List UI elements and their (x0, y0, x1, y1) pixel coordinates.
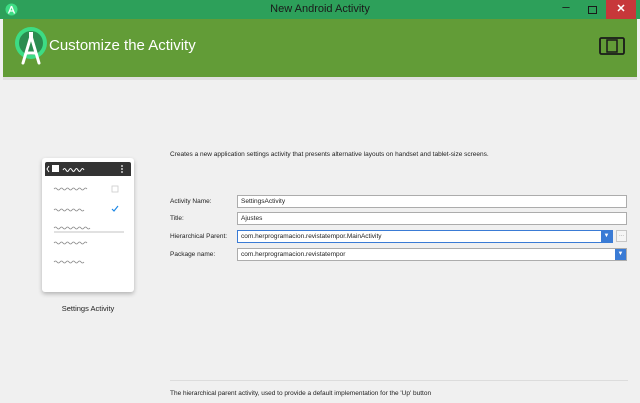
help-text: The hierarchical parent activity, used t… (170, 390, 432, 397)
hierarchical-parent-field[interactable]: com.herprogramacion.revistatempor.MainAc… (237, 230, 613, 243)
package-name-label: Package name: (170, 251, 216, 258)
minimize-button[interactable]: – (554, 0, 578, 19)
browse-parent-button[interactable]: ... (616, 230, 627, 242)
package-name-field[interactable]: com.herprogramacion.revistatempor ▼ (237, 248, 627, 261)
activity-name-label: Activity Name: (170, 198, 212, 205)
new-activity-window: New Android Activity – ✕ Customize the A… (0, 0, 640, 403)
hierarchical-parent-label: Hierarchical Parent: (170, 233, 228, 240)
activity-preview (42, 158, 134, 292)
page-title: Customize the Activity (49, 37, 196, 54)
maximize-button[interactable] (580, 0, 604, 19)
chevron-down-icon[interactable]: ▼ (601, 231, 612, 242)
chevron-down-icon[interactable]: ▼ (615, 249, 626, 260)
preview-wireframe (46, 165, 124, 264)
title-label: Title: (170, 215, 184, 222)
title-field[interactable]: Ajustes (237, 212, 627, 225)
close-button[interactable]: ✕ (606, 0, 636, 19)
preview-label: Settings Activity (61, 304, 115, 313)
wizard-header: Customize the Activity (3, 19, 637, 77)
android-studio-icon (15, 27, 47, 65)
window-title: New Android Activity (270, 3, 370, 15)
title-bar: New Android Activity – ✕ (0, 0, 640, 19)
help-divider (170, 380, 628, 381)
activity-name-field[interactable]: SettingsActivity (237, 195, 627, 208)
hierarchical-parent-value: com.herprogramacion.revistatempor.MainAc… (241, 233, 382, 240)
package-name-value: com.herprogramacion.revistatempor (241, 251, 346, 258)
maximize-icon (587, 5, 597, 14)
activity-description: Creates a new application settings activ… (170, 151, 489, 158)
phone-tablet-icon (599, 37, 625, 55)
